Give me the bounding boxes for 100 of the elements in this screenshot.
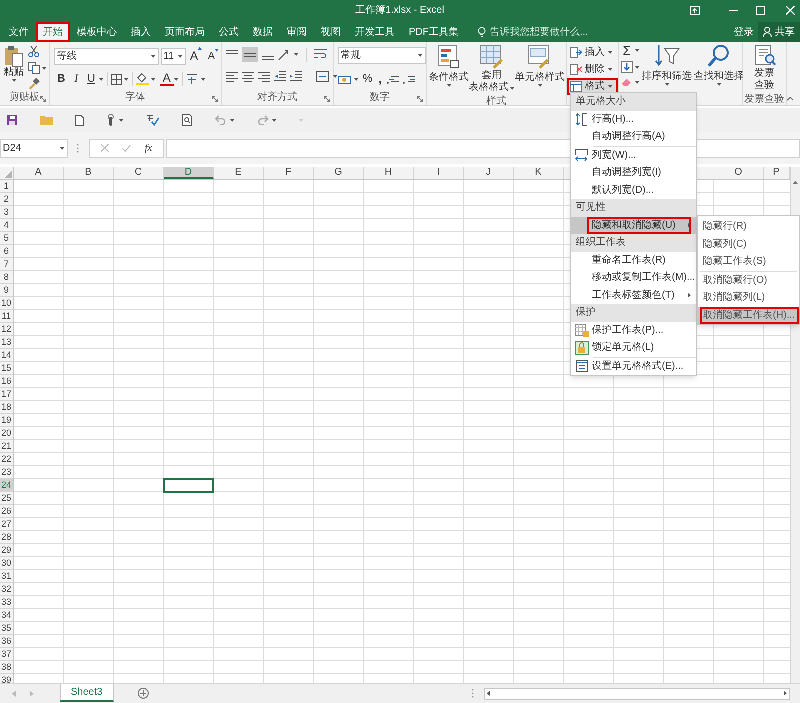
row-header[interactable]: 19 [0,414,13,427]
row-header[interactable]: 30 [0,557,13,570]
column-header[interactable]: D [164,167,214,179]
font-size-field[interactable]: 11 [160,48,186,64]
row-header[interactable]: 8 [0,271,13,284]
italic-button[interactable]: I [68,71,84,88]
invoice-check-button[interactable]: 发票 查验 [752,45,776,92]
comma-style-button[interactable]: , [376,70,384,88]
row-header[interactable]: 22 [0,453,13,466]
menu-item[interactable]: 隐藏和取消隐藏(U) [571,216,696,234]
menu-item[interactable]: 隐藏行(R) [698,218,799,236]
font-color-button[interactable]: A [160,72,174,86]
ribbon-tab[interactable]: 文件 [2,22,36,42]
row-header[interactable]: 21 [0,440,13,453]
row-header[interactable]: 34 [0,609,13,622]
column-header[interactable]: K [514,167,564,179]
row-header[interactable]: 5 [0,232,13,245]
conditional-formatting-button[interactable]: 条件格式 [429,45,469,94]
paste-button[interactable]: 粘贴 [2,45,26,90]
menu-item[interactable]: 自动调整行高(A) [571,128,696,146]
column-header[interactable]: I [414,167,464,179]
sheet-tab[interactable]: Sheet3 [60,684,114,702]
ribbon-tab[interactable]: PDF工具集 [402,22,466,42]
column-header[interactable]: E [214,167,264,179]
row-header[interactable]: 27 [0,518,13,531]
column-header[interactable]: B [64,167,114,179]
menu-item[interactable]: 隐藏列(C) [698,236,799,253]
row-header[interactable]: 13 [0,336,13,349]
row-header[interactable]: 9 [0,284,13,297]
row-header[interactable]: 29 [0,544,13,557]
row-header[interactable]: 3 [0,206,13,219]
menu-item[interactable]: 取消隐藏行(O) [698,272,799,289]
format-as-table-button[interactable]: 套用 表格格式 [469,45,515,94]
grow-font-button[interactable]: A [188,47,204,65]
menu-item[interactable]: 隐藏工作表(S) [698,253,799,270]
menu-item[interactable]: 列宽(W)... [571,146,696,164]
column-header[interactable]: H [364,167,414,179]
row-header[interactable]: 26 [0,505,13,518]
column-header[interactable]: G [314,167,364,179]
row-header[interactable]: 18 [0,401,13,414]
ribbon-tab[interactable]: 数据 [246,22,280,42]
menu-item[interactable]: 行高(H)... [571,110,696,128]
row-header[interactable]: 35 [0,622,13,635]
row-header[interactable]: 6 [0,245,13,258]
cell-styles-button[interactable]: 单元格样式 [515,45,565,94]
delete-cells-button[interactable]: 删除 [567,61,618,78]
menu-item[interactable]: 移动或复制工作表(M)... [571,269,696,286]
menu-item[interactable]: 自动调整列宽(I) [571,164,696,182]
row-header[interactable]: 38 [0,661,13,674]
menu-item[interactable]: 保护工作表(P)... [571,322,696,339]
row-header[interactable]: 4 [0,219,13,232]
name-box[interactable]: D24 [0,138,68,158]
font-name-field[interactable]: 等线 [54,48,159,64]
row-header[interactable]: 31 [0,570,13,583]
row-header[interactable]: 24 [0,479,13,492]
insert-cells-button[interactable]: 插入 [567,44,618,61]
tell-me-field[interactable]: 告诉我您想要做什么... [490,24,630,40]
ribbon-tab[interactable]: 开始 [36,22,70,42]
row-header[interactable]: 2 [0,193,13,206]
ribbon-tab[interactable]: 页面布局 [158,22,212,42]
insert-function-button[interactable]: fx [144,140,152,156]
ribbon-tab[interactable]: 插入 [124,22,158,42]
number-format-field[interactable]: 常规 [338,47,426,64]
autosum-button[interactable]: Σ [621,44,633,57]
sign-in-link[interactable]: 登录 [734,22,754,42]
row-header[interactable]: 14 [0,349,13,362]
column-header[interactable]: F [264,167,314,179]
row-header[interactable]: 15 [0,362,13,375]
row-header[interactable]: 11 [0,310,13,323]
row-header[interactable]: 1 [0,180,13,193]
menu-item[interactable]: 取消隐藏列(L) [698,289,799,306]
row-header[interactable]: 7 [0,258,13,271]
column-header[interactable]: J [464,167,514,179]
menu-item[interactable]: 重命名工作表(R) [571,252,696,269]
share-button[interactable]: 共享 [758,22,800,42]
bold-button[interactable]: B [54,71,69,88]
ribbon-tab[interactable]: 公式 [212,22,246,42]
percent-button[interactable]: % [362,70,374,88]
row-header[interactable]: 32 [0,583,13,596]
menu-item[interactable]: 工作表标签颜色(T) [571,286,696,304]
menu-item[interactable]: 默认列宽(D)... [571,182,696,199]
menu-item[interactable]: 取消隐藏工作表(H)... [698,306,799,324]
shrink-font-button[interactable]: A [206,48,221,64]
row-header[interactable]: 17 [0,388,13,401]
column-header[interactable]: A [14,167,64,179]
ribbon-tab[interactable]: 视图 [314,22,348,42]
column-header[interactable]: O [714,167,764,179]
underline-button[interactable]: U [84,71,99,88]
row-header[interactable]: 20 [0,427,13,440]
menu-item[interactable]: 设置单元格格式(E)... [571,358,696,375]
row-header[interactable]: 12 [0,323,13,336]
row-header[interactable]: 25 [0,492,13,505]
row-header[interactable]: 16 [0,375,13,388]
row-header[interactable]: 36 [0,635,13,648]
ribbon-tab[interactable]: 开发工具 [348,22,402,42]
row-header[interactable]: 37 [0,648,13,661]
ribbon-tab[interactable]: 模板中心 [70,22,124,42]
row-header[interactable]: 10 [0,297,13,310]
find-select-button[interactable]: 查找和选择 [694,44,744,105]
ribbon-tab[interactable]: 审阅 [280,22,314,42]
